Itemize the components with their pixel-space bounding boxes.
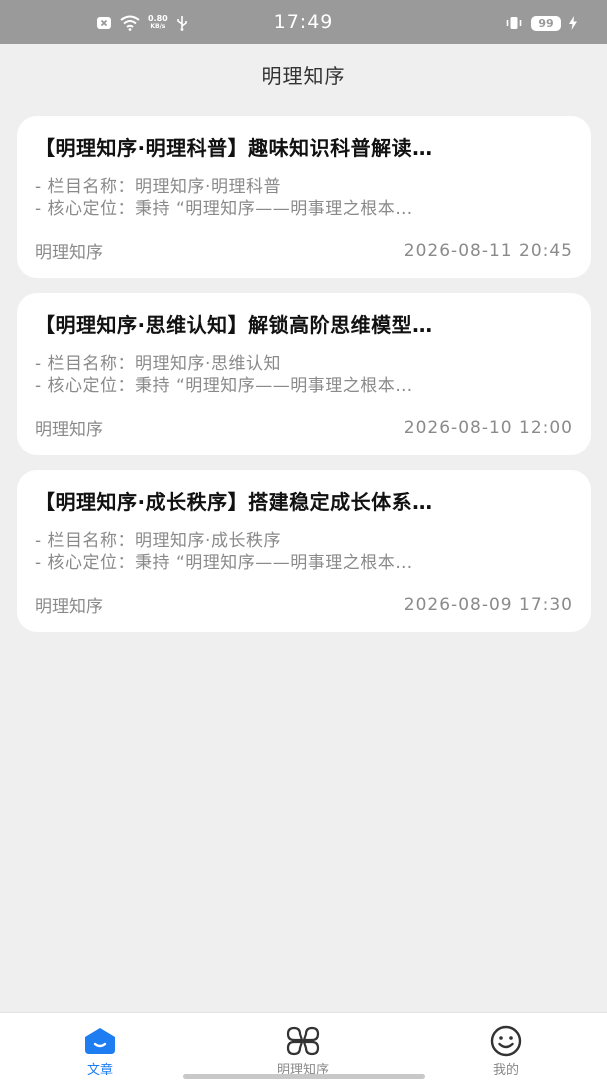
article-card[interactable]: 【明理知序·明理科普】趣味知识科普解读… - 栏目名称：明理知序·明理科普 - … bbox=[17, 116, 591, 278]
tab-mine-label: 我的 bbox=[492, 1063, 519, 1078]
bottom-nav: 文章 明理知序 我的 bbox=[0, 1012, 607, 1080]
tab-articles-label: 文章 bbox=[86, 1063, 113, 1078]
vibrate-icon bbox=[505, 15, 523, 31]
article-column-line: - 栏目名称：明理知序·明理科普 bbox=[35, 177, 281, 197]
article-title: 【明理知序·思维认知】解锁高阶思维模型… bbox=[35, 313, 433, 337]
article-source: 明理知序 bbox=[35, 420, 103, 440]
article-date: 2026-08-11 20:45 bbox=[403, 240, 573, 261]
home-indicator[interactable] bbox=[183, 1074, 425, 1079]
article-source: 明理知序 bbox=[35, 597, 103, 617]
article-source: 明理知序 bbox=[35, 243, 103, 263]
article-list: 【明理知序·明理科普】趣味知识科普解读… - 栏目名称：明理知序·明理科普 - … bbox=[17, 116, 591, 647]
article-home-icon bbox=[83, 1025, 117, 1057]
article-date: 2026-08-09 17:30 bbox=[403, 594, 573, 615]
article-card[interactable]: 【明理知序·思维认知】解锁高阶思维模型… - 栏目名称：明理知序·思维认知 - … bbox=[17, 293, 591, 455]
battery-indicator: 99 bbox=[531, 15, 561, 31]
smiley-face-icon bbox=[489, 1025, 523, 1057]
article-card[interactable]: 【明理知序·成长秩序】搭建稳定成长体系… - 栏目名称：明理知序·成长秩序 - … bbox=[17, 470, 591, 632]
article-date: 2026-08-10 12:00 bbox=[403, 417, 573, 438]
article-positioning-line: - 核心定位：秉持 “明理知序——明事理之根本… bbox=[35, 376, 413, 396]
article-column-line: - 栏目名称：明理知序·思维认知 bbox=[35, 354, 281, 374]
tab-articles[interactable]: 文章 bbox=[40, 1025, 160, 1078]
tab-mine[interactable]: 我的 bbox=[446, 1025, 566, 1078]
article-positioning-line: - 核心定位：秉持 “明理知序——明事理之根本… bbox=[35, 199, 413, 219]
status-right-icons: 99 bbox=[505, 14, 577, 32]
charging-icon bbox=[569, 16, 577, 30]
tab-minglizhixu[interactable]: 明理知序 bbox=[243, 1025, 363, 1078]
article-column-line: - 栏目名称：明理知序·成长秩序 bbox=[35, 531, 281, 551]
article-title: 【明理知序·成长秩序】搭建稳定成长体系… bbox=[35, 490, 433, 514]
page-header: 明理知序 bbox=[0, 44, 607, 104]
article-positioning-line: - 核心定位：秉持 “明理知序——明事理之根本… bbox=[35, 553, 413, 573]
four-petal-icon bbox=[285, 1025, 321, 1057]
article-title: 【明理知序·明理科普】趣味知识科普解读… bbox=[35, 136, 433, 160]
page-title: 明理知序 bbox=[261, 63, 346, 88]
status-bar: 0.80 KB/s 17:49 99 bbox=[0, 0, 607, 44]
